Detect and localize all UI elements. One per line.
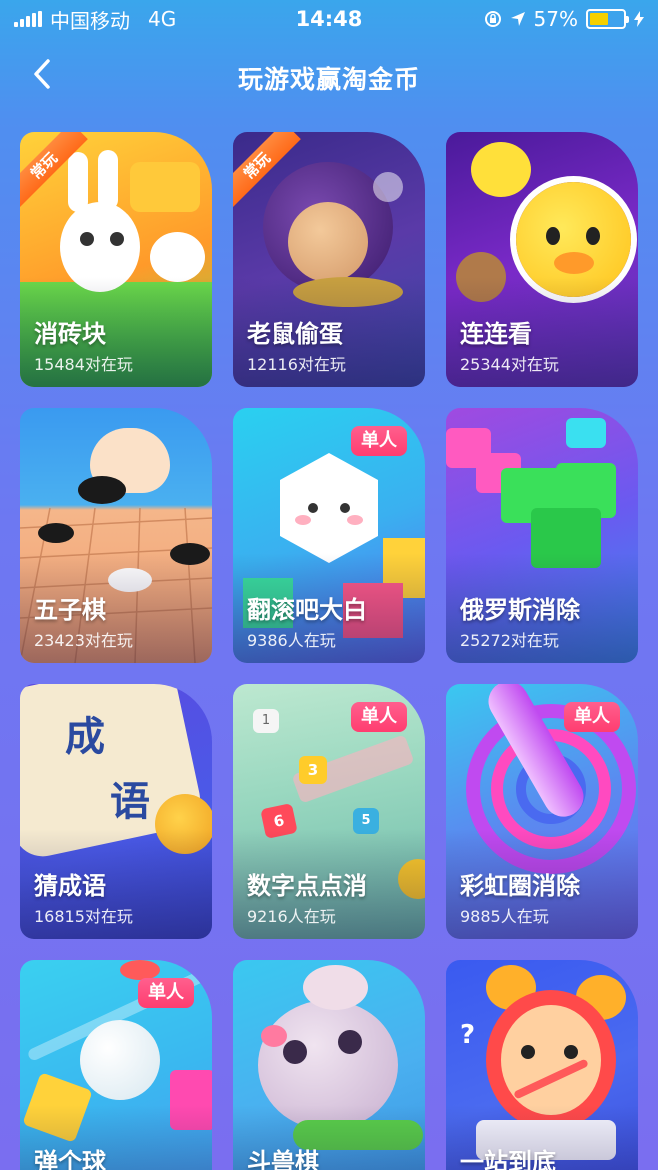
battery-icon [586,9,629,29]
players-count: 25344对在玩 [460,355,559,374]
game-name: 斗兽棋 [247,1148,319,1170]
players-count: 9885人在玩 [460,907,549,926]
charging-bolt-icon [634,11,644,27]
players-count: 9386人在玩 [247,631,336,650]
page-title: 玩游戏赢淘金币 [237,65,420,94]
game-card-mouse-steal-egg[interactable]: 常玩 老鼠偷蛋 12116对在玩 [233,132,425,387]
players-count: 16815对在玩 [34,907,133,926]
single-player-badge: 单人 [138,978,194,1008]
art-char: 成 [65,713,105,760]
game-card-roll-dabai[interactable]: 单人 翻滚吧大白 9386人在玩 [233,408,425,663]
game-card-bounce-ball[interactable]: 单人 弹个球 [20,960,212,1170]
single-player-badge: 单人 [564,702,620,732]
players-count: 23423对在玩 [34,631,133,650]
players-count: 12116对在玩 [247,355,346,374]
game-card-tetris-clear[interactable]: 俄罗斯消除 25272对在玩 [446,408,638,663]
chevron-left-icon [34,59,50,89]
game-card-brick-breaker[interactable]: 常玩 消砖块 15484对在玩 [20,132,212,387]
game-name: 俄罗斯消除 [460,596,580,624]
game-name: 弹个球 [34,1148,106,1170]
single-player-badge: 单人 [351,702,407,732]
art-char: 语 [110,778,150,825]
signal-icon [14,11,42,27]
number-tile: 3 [299,756,327,784]
navigation-bar: 玩游戏赢淘金币 [0,40,658,110]
game-name: 老鼠偷蛋 [247,320,343,348]
game-card-animal-chess[interactable]: 斗兽棋 [233,960,425,1170]
players-count: 15484对在玩 [34,355,133,374]
game-card-last-standing[interactable]: ? 一站到底 [446,960,638,1170]
status-bar: 中国移动 4G 14:48 57% [0,0,658,38]
players-count: 25272对在玩 [460,631,559,650]
game-card-number-tap[interactable]: 1 3 6 5 单人 数字点点消 9216人在玩 [233,684,425,939]
game-card-gomoku[interactable]: 五子棋 23423对在玩 [20,408,212,663]
game-card-link-match[interactable]: 连连看 25344对在玩 [446,132,638,387]
game-grid: 常玩 消砖块 15484对在玩 常玩 老鼠偷蛋 12116对在玩 连连看 253… [20,132,638,1170]
game-name: 彩虹圈消除 [460,872,580,900]
game-name: 翻滚吧大白 [247,596,367,624]
network-type: 4G [148,7,177,31]
back-button[interactable] [22,54,62,94]
game-card-guess-idiom[interactable]: 成 语 猜成语 16815对在玩 [20,684,212,939]
game-name: 猜成语 [34,872,106,900]
game-card-rainbow-ring[interactable]: 单人 彩虹圈消除 9885人在玩 [446,684,638,939]
game-name: 一站到底 [460,1148,556,1170]
carrier-name: 中国移动 [50,8,130,33]
battery-percent: 57% [533,7,578,31]
location-arrow-icon [510,12,525,26]
single-player-badge: 单人 [351,426,407,456]
players-count: 9216人在玩 [247,907,336,926]
game-name: 数字点点消 [247,872,367,900]
game-name: 五子棋 [34,596,106,624]
number-tile: 1 [253,709,279,733]
game-name: 消砖块 [34,320,106,348]
orientation-lock-icon [484,11,501,27]
game-name: 连连看 [460,320,532,348]
